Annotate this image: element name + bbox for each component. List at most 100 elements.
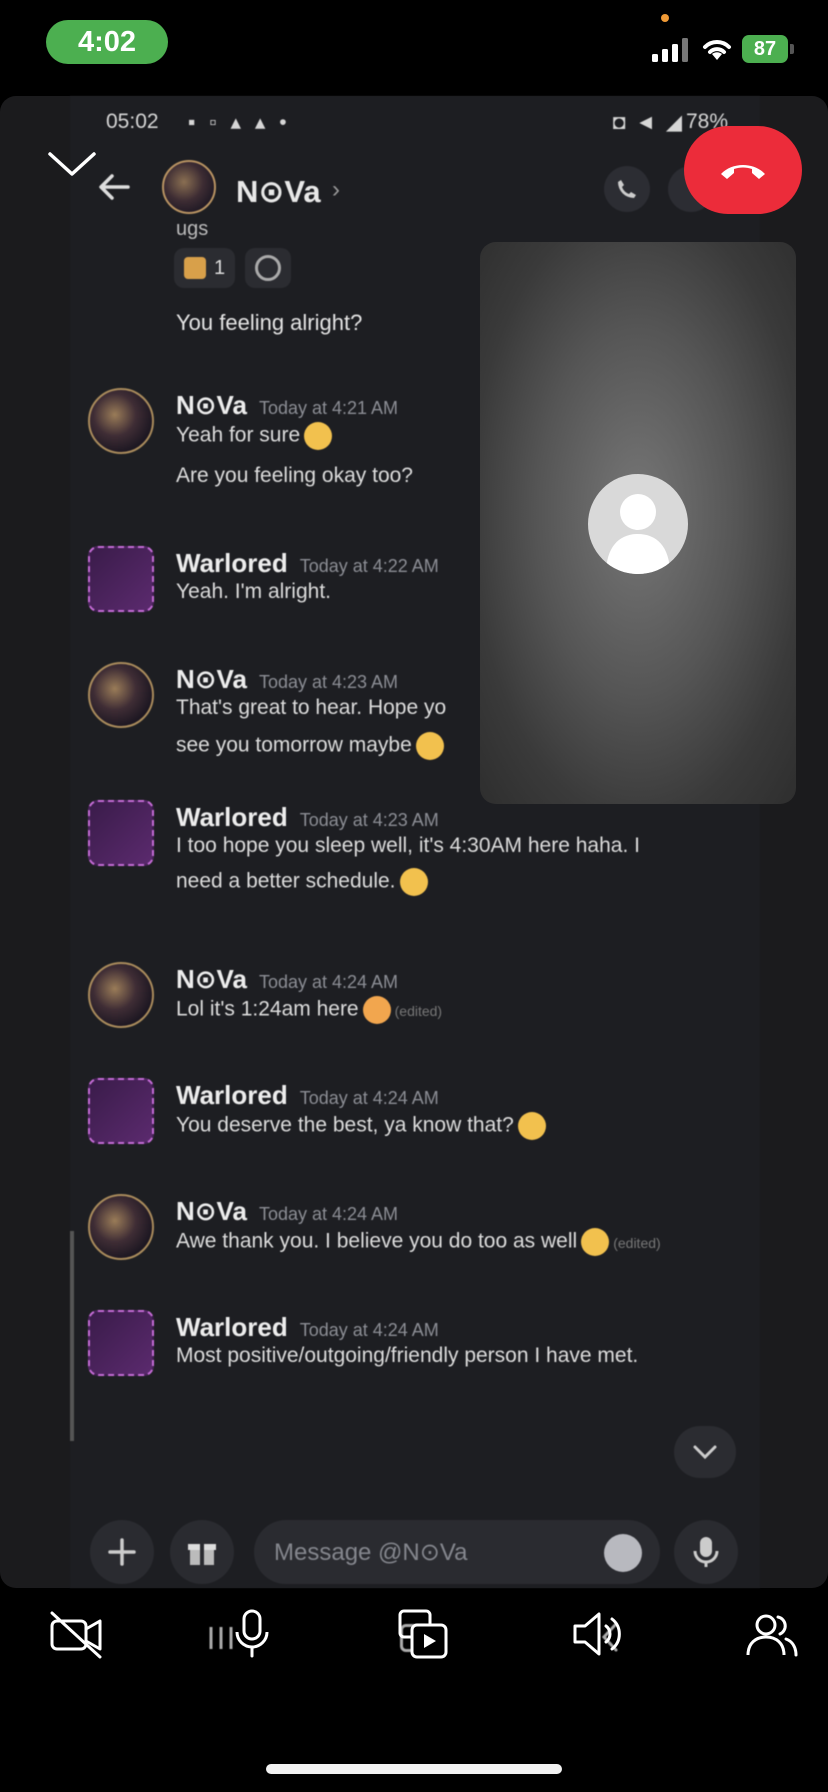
- message-text: I too hope you sleep well, it's 4:30AM h…: [176, 834, 640, 857]
- message-timestamp: Today at 4:22 AM: [299, 556, 439, 576]
- composer-row: Message @N⊙Va: [70, 1506, 760, 1596]
- message-input-placeholder: Message @N⊙Va: [274, 1539, 468, 1566]
- android-system-icons: ◘ ◄ ◢: [612, 111, 684, 134]
- user-avatar[interactable]: [88, 1310, 154, 1376]
- smile-emoji-icon: [415, 732, 444, 760]
- truncated-message-text: ugs: [176, 218, 209, 240]
- camera-off-icon: [50, 1611, 102, 1659]
- message-author[interactable]: Warlored Today at 4:23 AM: [176, 802, 439, 833]
- home-indicator[interactable]: [266, 1764, 562, 1774]
- message-text: Yeah for sure: [176, 422, 333, 450]
- user-avatar[interactable]: [88, 1194, 154, 1260]
- status-time: 4:02: [77, 25, 137, 58]
- microphone-icon: [693, 1537, 719, 1567]
- user-avatar[interactable]: [88, 962, 154, 1028]
- participants-icon: [746, 1614, 798, 1657]
- scroll-to-bottom-button[interactable]: [674, 1426, 736, 1478]
- collapse-chevron-icon[interactable]: [46, 148, 98, 180]
- gift-button[interactable]: [170, 1520, 234, 1584]
- speaker-icon: [573, 1612, 621, 1656]
- scrollbar[interactable]: [70, 1231, 74, 1441]
- call-controls-bar: [0, 1596, 828, 1676]
- smile-emoji-icon: [517, 1112, 546, 1140]
- message-text: Most positive/outgoing/friendly person I…: [176, 1344, 639, 1367]
- voice-message-button[interactable]: [674, 1520, 738, 1584]
- message-text: Awe thank you. I believe you do too as w…: [176, 1228, 661, 1256]
- smile-emoji-icon: [304, 422, 333, 450]
- ios-status-bar: 4:02 87: [0, 0, 828, 92]
- message-text: That's great to hear. Hope yo: [176, 696, 447, 719]
- participants-button[interactable]: [742, 1604, 802, 1664]
- message-input[interactable]: Message @N⊙Va: [254, 1520, 660, 1584]
- message-group: N⊙Va Today at 4:24 AM Awe thank you. I be…: [70, 1190, 760, 1270]
- message-timestamp: Today at 4:24 AM: [299, 1088, 439, 1108]
- message-timestamp: Today at 4:24 AM: [299, 1320, 439, 1340]
- emoji-picker-icon[interactable]: [604, 1534, 642, 1572]
- add-reaction-icon: [255, 255, 282, 281]
- voice-call-button[interactable]: [604, 166, 650, 212]
- cellular-signal-icon: [652, 38, 688, 62]
- user-avatar[interactable]: [88, 388, 154, 454]
- user-avatar[interactable]: [88, 800, 154, 866]
- message-text: see you tomorrow maybe: [176, 732, 444, 760]
- message-timestamp: Today at 4:23 AM: [299, 810, 439, 830]
- smile-emoji-icon: [581, 1228, 610, 1256]
- message-text: Are you feeling okay too?: [176, 464, 413, 487]
- message-author[interactable]: N⊙Va Today at 4:23 AM: [176, 664, 398, 695]
- attach-plus-button[interactable]: [90, 1520, 154, 1584]
- android-notification-icons: ▪ ▫ ▴ ▴ •: [188, 111, 291, 134]
- microphone-button[interactable]: [222, 1604, 282, 1664]
- screen-share-button[interactable]: [394, 1604, 454, 1664]
- end-call-button[interactable]: [684, 126, 802, 214]
- edited-label: (edited): [394, 1002, 443, 1019]
- participant-video-tile[interactable]: [480, 242, 796, 804]
- phone-icon: [618, 180, 636, 198]
- message-group: Warlored Today at 4:23 AM I too hope you …: [70, 796, 760, 906]
- reaction-count: 1: [214, 256, 226, 279]
- participant-avatar-icon: [588, 474, 688, 574]
- add-reaction-button[interactable]: [245, 248, 292, 288]
- back-arrow-icon[interactable]: [98, 172, 130, 202]
- message-author[interactable]: N⊙Va Today at 4:24 AM: [176, 1196, 398, 1227]
- android-status-bar: 05:02 ▪ ▫ ▴ ▴ • ◘ ◄ ◢ 78%: [106, 110, 736, 140]
- message-author[interactable]: Warlored Today at 4:24 AM: [176, 1080, 439, 1111]
- reaction-row: 1: [174, 248, 292, 288]
- message-author[interactable]: N⊙Va Today at 4:21 AM: [176, 390, 398, 421]
- speaker-button[interactable]: [568, 1604, 628, 1664]
- call-time-pill[interactable]: 4:02: [46, 20, 168, 64]
- message-group: Warlored Today at 4:24 AM You deserve the…: [70, 1074, 760, 1154]
- message-author[interactable]: Warlored Today at 4:22 AM: [176, 548, 439, 579]
- message-text: You deserve the best, ya know that?: [176, 1112, 546, 1140]
- mic-indicator-dot: [661, 14, 669, 22]
- reaction-chip[interactable]: 1: [174, 248, 236, 288]
- edited-label: (edited): [613, 1234, 661, 1251]
- user-avatar[interactable]: [88, 662, 154, 728]
- message-timestamp: Today at 4:24 AM: [258, 1204, 399, 1224]
- battery-level: 87: [753, 37, 777, 60]
- message-text: You feeling alright?: [176, 310, 363, 335]
- upside-down-emoji-icon: [399, 868, 428, 896]
- message-author[interactable]: Warlored Today at 4:24 AM: [176, 1312, 439, 1343]
- chat-header-name[interactable]: N⊙Va: [236, 174, 321, 210]
- wifi-icon: [703, 40, 731, 60]
- plus-icon: [108, 1538, 136, 1566]
- camera-toggle-button[interactable]: [46, 1604, 106, 1664]
- message-text: Yeah. I'm alright.: [176, 580, 331, 603]
- battery-tip: [790, 44, 794, 54]
- message-text: Lol it's 1:24am here (edited): [176, 996, 442, 1024]
- battery-icon: 87: [742, 35, 788, 63]
- message-author[interactable]: N⊙Va Today at 4:24 AM: [176, 964, 398, 995]
- gift-icon: [188, 1544, 216, 1565]
- microphone-icon: [235, 1609, 269, 1658]
- cheers-emoji-icon: [184, 257, 206, 279]
- message-group: Warlored Today at 4:24 AM Most positive/o…: [70, 1306, 760, 1386]
- message-group: N⊙Va Today at 4:24 AM Lol it's 1:24am her…: [70, 958, 760, 1038]
- chevron-right-icon: ›: [332, 176, 340, 203]
- screen-share-icon: [398, 1609, 448, 1659]
- chat-header-avatar[interactable]: [162, 160, 216, 214]
- message-timestamp: Today at 4:23 AM: [258, 672, 399, 692]
- person-silhouette-icon: [606, 494, 670, 574]
- user-avatar[interactable]: [88, 1078, 154, 1144]
- user-avatar[interactable]: [88, 546, 154, 612]
- message-text: need a better schedule.: [176, 868, 428, 896]
